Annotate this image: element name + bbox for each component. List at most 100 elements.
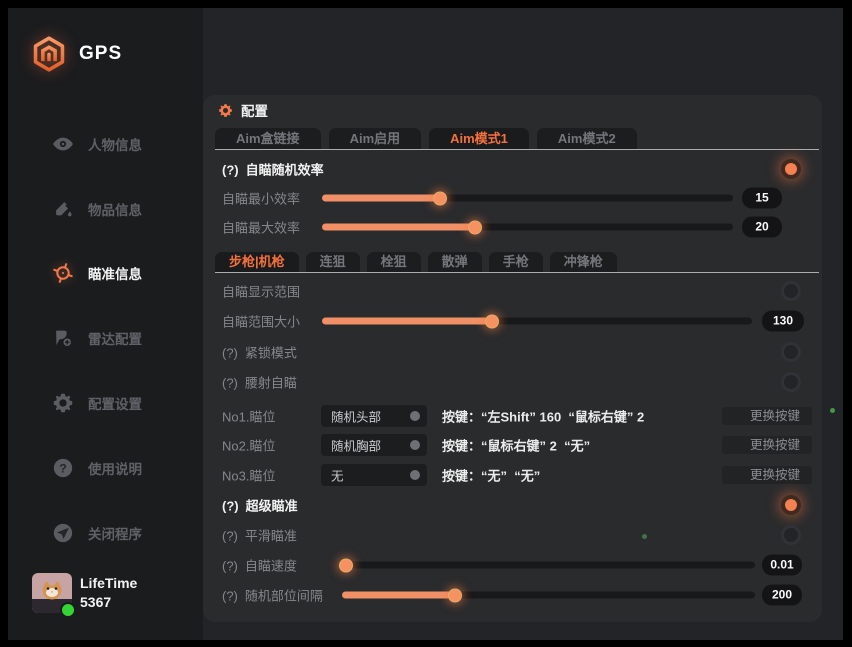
slider-thumb[interactable] [468,220,482,234]
tab-smg[interactable]: 冲锋枪 [550,252,617,272]
row-smooth-aim: (?) 平滑瞄准 [203,523,822,547]
keybind-text: 按键：“左Shift” 160 “鼠标右键” 2 [442,407,644,426]
change-key-button[interactable]: 更换按键 [722,436,812,454]
help-mark[interactable]: (?) [222,529,238,544]
row-aim-slot-3: No3.瞄位 无 按键：“无” “无” 更换按键 [203,463,822,487]
profile-id: 5367 [80,594,111,610]
sidebar-item-label: 物品信息 [88,199,142,219]
help-mark[interactable]: (?) [222,376,238,391]
profile-name: LifeTime [80,575,137,591]
row-label: No1.瞄位 [222,407,275,426]
tab-dmr[interactable]: 连狙 [306,252,360,272]
toggle-smooth-aim[interactable] [781,525,801,545]
main-area: 配置 Aim盒链接 Aim启用 Aim模式1 Aim模式2 (?)自瞄随机效率 … [203,8,843,640]
tab-bolt-sniper[interactable]: 栓狙 [367,252,421,272]
row-super-aim: (?)超级瞄准 [203,493,822,517]
online-status-dot [60,602,76,618]
slider-thumb[interactable] [448,588,462,602]
row-label: 腰射自瞄 [245,376,297,391]
dropdown-aim-slot-1[interactable]: 随机头部 [321,405,427,427]
value-badge: 15 [742,188,782,209]
help-mark[interactable]: (?) [222,589,238,604]
slider-thumb[interactable] [433,191,447,205]
row-aim-slot-1: No1.瞄位 随机头部 按键：“左Shift” 160 “鼠标右键” 2 更换按… [203,404,822,428]
row-range-size: 自瞄范围大小 130 [203,309,822,333]
sidebar-item-item-info[interactable]: 物品信息 [8,194,203,224]
value-badge: 0.01 [762,555,802,576]
sidebar: GPS 人物信息 物品信息 瞄准信息 [8,8,203,640]
panel-header: 配置 [218,98,268,122]
value-badge: 20 [742,217,782,238]
dropdown-value: 随机头部 [331,407,381,426]
sidebar-item-usage-guide[interactable]: ? 使用说明 [8,453,203,483]
tab-aim-mode-1[interactable]: Aim模式1 [429,128,529,149]
sidebar-item-config-settings[interactable]: 配置设置 [8,388,203,418]
tab-aim-mode-2[interactable]: Aim模式2 [537,128,637,149]
row-label: 随机部位间隔 [245,589,323,604]
slider-max-efficiency[interactable] [322,224,733,231]
tab-rifle-mg[interactable]: 步枪|机枪 [215,252,299,272]
sidebar-item-character-info[interactable]: 人物信息 [8,129,203,159]
row-label: 紧锁模式 [245,346,297,361]
toggle-hip-fire[interactable] [781,372,801,392]
aim-tab-bar: Aim盒链接 Aim启用 Aim模式1 Aim模式2 [215,127,819,150]
slider-range-size[interactable] [322,318,752,325]
tab-shotgun[interactable]: 散弹 [428,252,482,272]
help-mark[interactable]: (?) [222,346,238,361]
row-label: 自瞄随机效率 [246,163,324,178]
dropdown-value: 无 [331,466,344,485]
dropdown-aim-slot-3[interactable]: 无 [321,464,427,486]
sidebar-item-close-program[interactable]: 关闭程序 [8,518,203,548]
gear-icon [218,103,233,118]
row-aim-speed: (?)自瞄速度 0.01 [203,553,822,577]
dropdown-dot-icon [410,411,420,421]
sidebar-item-label: 配置设置 [88,393,142,413]
app-logo: GPS [30,34,122,74]
toggle-show-range[interactable] [781,281,801,301]
row-label: 自瞄范围大小 [222,312,300,331]
slider-random-interval[interactable] [342,592,755,599]
toggle-random-efficiency[interactable] [781,159,801,179]
slider-thumb[interactable] [485,314,499,328]
avatar [32,573,72,613]
toggle-super-aim[interactable] [781,495,801,515]
change-key-button[interactable]: 更换按键 [722,466,812,484]
value-badge: 130 [762,311,804,332]
help-mark[interactable]: (?) [222,499,239,514]
question-icon: ? [52,457,74,479]
app-window: GPS 人物信息 物品信息 瞄准信息 [8,8,843,640]
sidebar-item-radar-config[interactable]: 雷达配置 [8,323,203,353]
user-profile[interactable]: LifeTime 5367 [32,573,192,621]
dropdown-dot-icon [410,470,420,480]
row-label: 自瞄最小效率 [222,189,300,208]
row-show-range: 自瞄显示范围 [203,279,822,303]
row-label: No3.瞄位 [222,466,275,485]
row-random-interval: (?)随机部位间隔 200 [203,583,822,607]
dropdown-aim-slot-2[interactable]: 随机胸部 [321,434,427,456]
svg-text:?: ? [59,461,67,475]
slider-thumb[interactable] [339,558,353,572]
config-panel: 配置 Aim盒链接 Aim启用 Aim模式1 Aim模式2 (?)自瞄随机效率 … [203,95,822,622]
paint-icon [52,198,74,220]
sidebar-item-aim-info[interactable]: 瞄准信息 [8,258,203,288]
paper-plane-icon [52,522,74,544]
row-max-efficiency: 自瞄最大效率 20 [203,215,822,239]
tab-aim-box-link[interactable]: Aim盒链接 [215,128,321,149]
gear-icon [52,392,74,414]
help-mark[interactable]: (?) [222,163,239,178]
help-mark[interactable]: (?) [222,559,238,574]
slider-min-efficiency[interactable] [322,195,733,202]
slider-aim-speed[interactable] [342,562,755,569]
eye-icon [52,133,74,155]
toggle-lock-mode[interactable] [781,342,801,362]
dropdown-value: 随机胸部 [331,436,381,455]
dropdown-dot-icon [410,440,420,450]
panel-title: 配置 [241,100,268,120]
change-key-button[interactable]: 更换按键 [722,407,812,425]
app-title: GPS [79,43,122,65]
tab-pistol[interactable]: 手枪 [489,252,543,272]
row-lock-mode: (?) 紧锁模式 [203,340,822,364]
tab-aim-enable[interactable]: Aim启用 [329,128,422,149]
particle-dot [642,534,647,539]
row-label: 平滑瞄准 [245,529,297,544]
